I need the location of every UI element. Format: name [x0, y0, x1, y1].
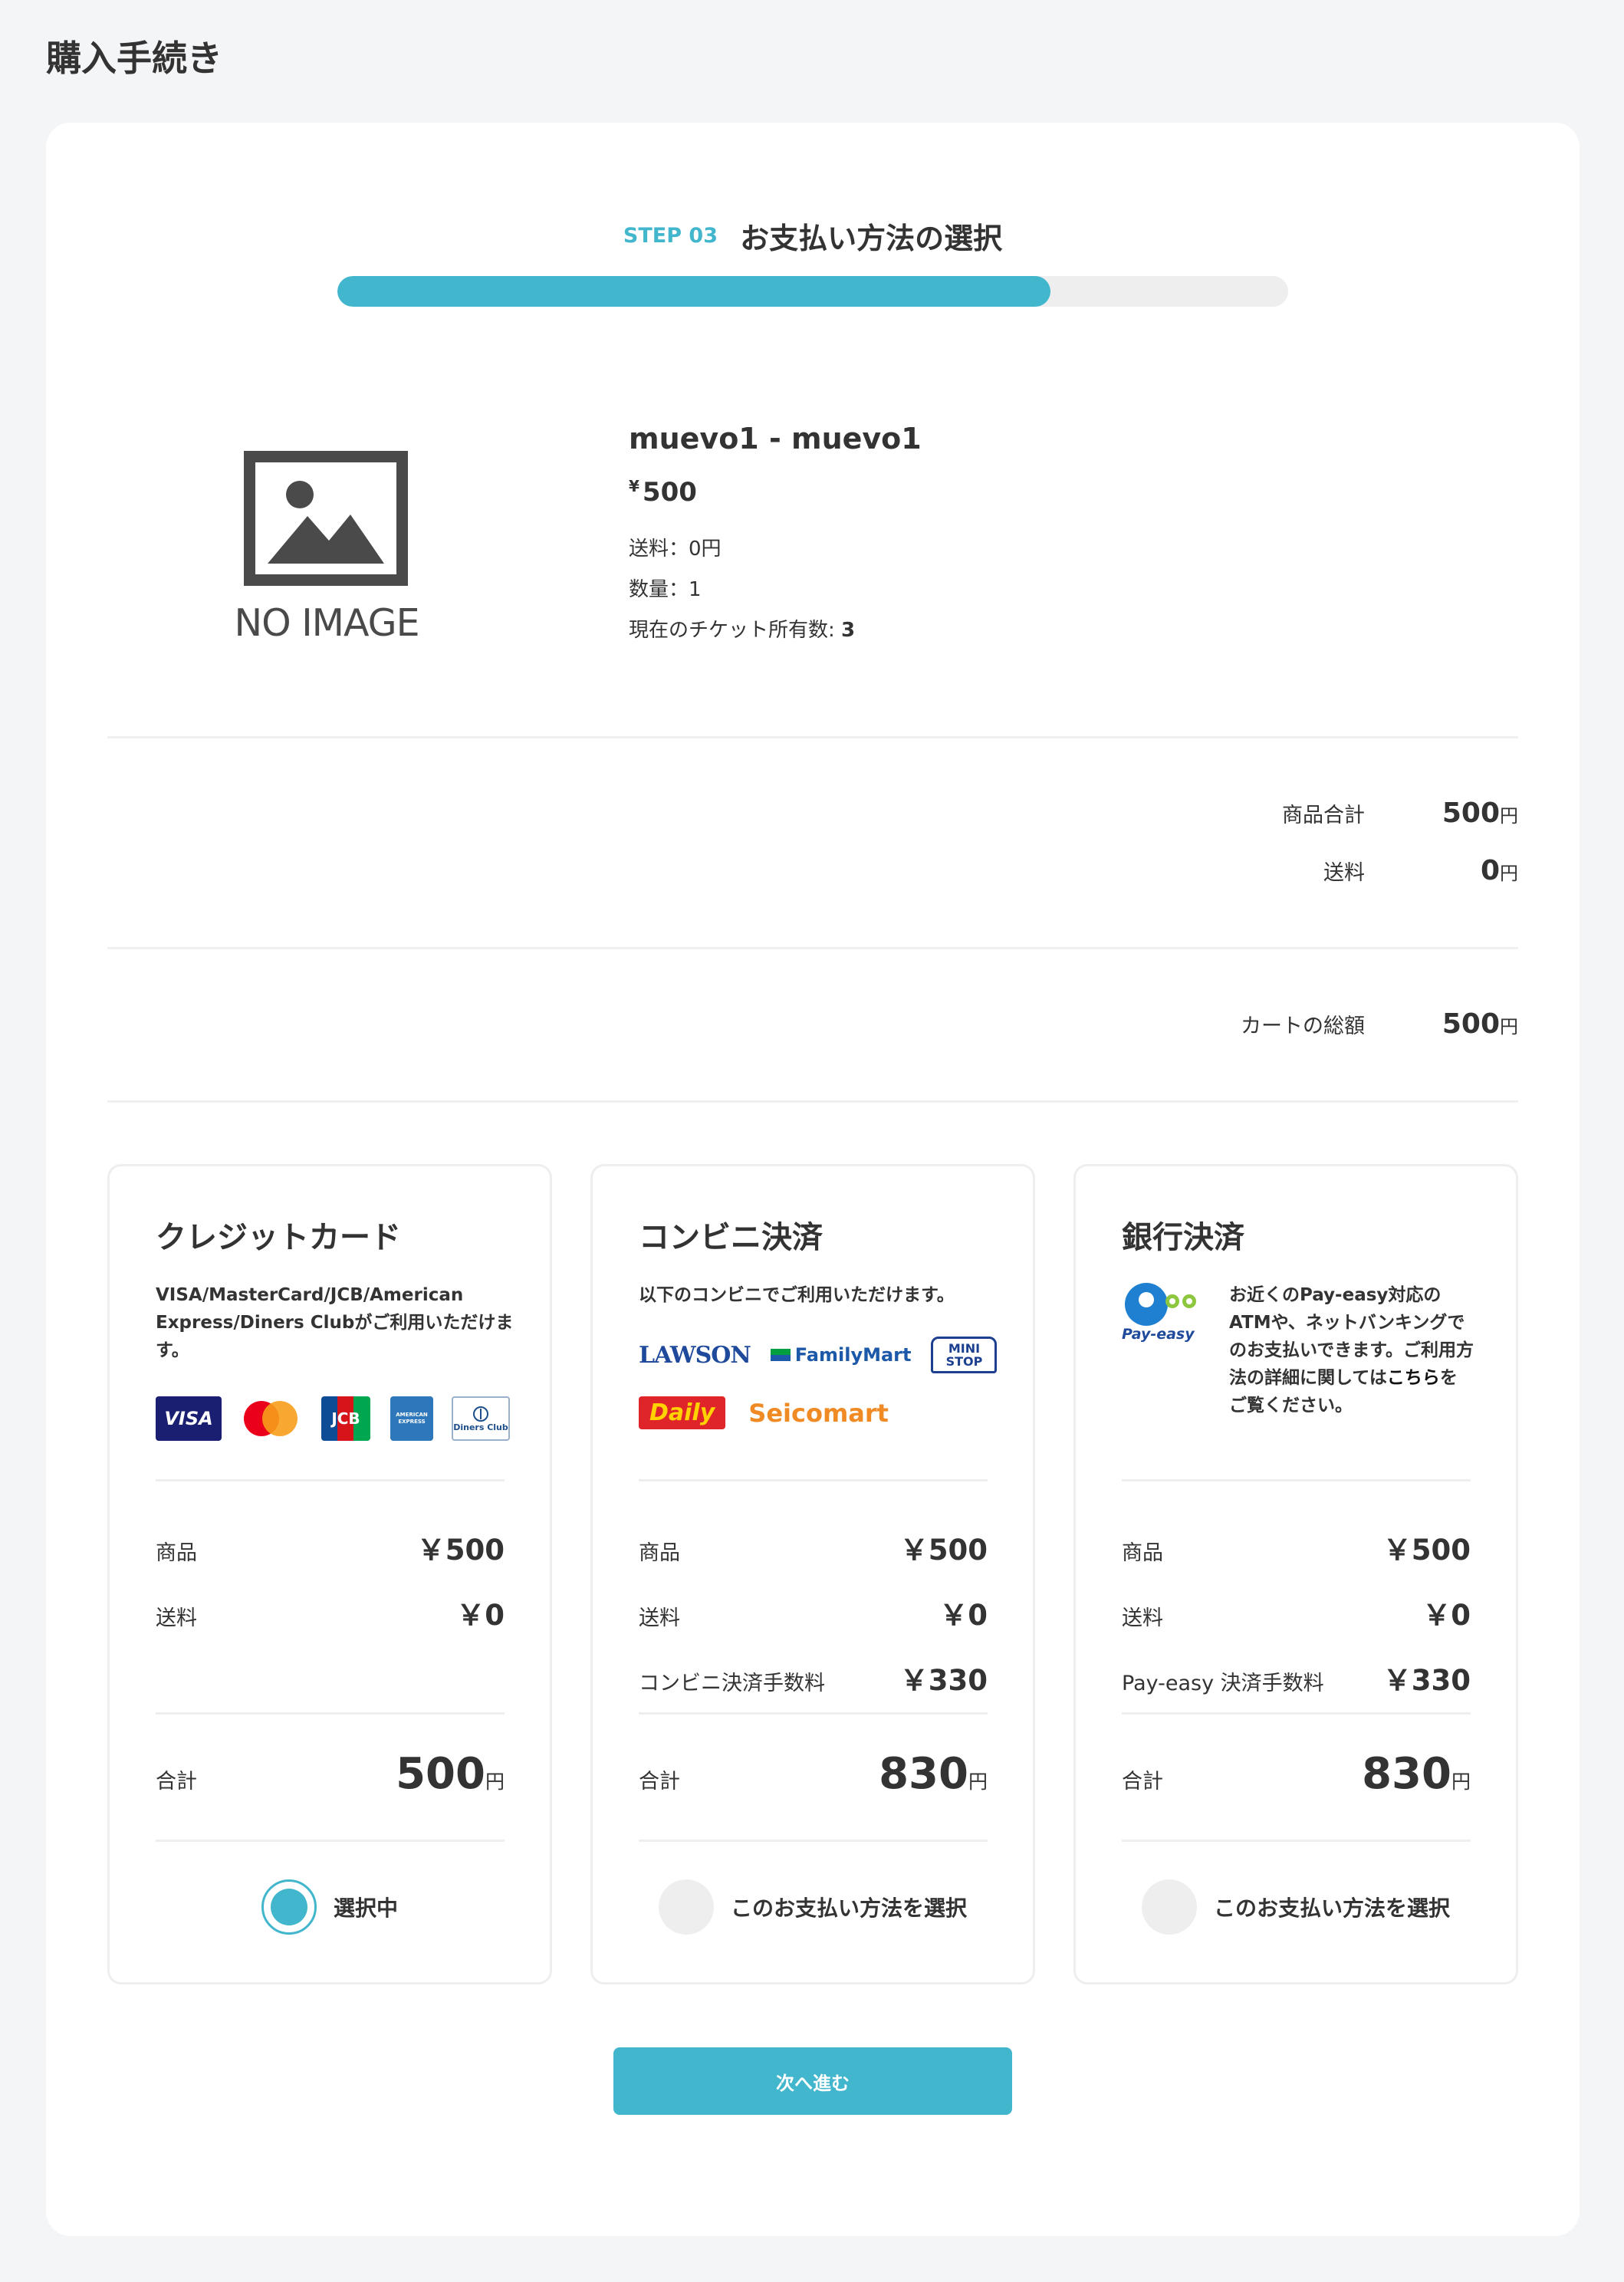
product-quantity: 数量：1	[629, 578, 702, 601]
payment-description: VISA/MasterCard/JCB/American Express/Din…	[156, 1285, 514, 1360]
payment-title: 銀行決済	[1122, 1220, 1244, 1255]
product-name: muevo1 - muevo1	[629, 422, 922, 455]
price-currency: ¥	[629, 477, 639, 495]
card-divider	[639, 1712, 988, 1715]
radio-unselected[interactable]	[658, 1879, 714, 1935]
seicomart-logo: Seicomart	[748, 1398, 889, 1428]
step-title: お支払い方法の選択	[740, 222, 1003, 255]
payment-card-konbini[interactable]: コンビニ決済 以下のコンビニでご利用いただけます。 LAWSON FamilyM…	[590, 1164, 1035, 1984]
card-divider	[156, 1840, 505, 1842]
fee-row-shipping: 送料 ￥0	[1122, 1599, 1471, 1632]
product-shipping: 送料：0円	[629, 538, 722, 561]
fee-row-item: 商品 ￥500	[639, 1534, 988, 1567]
total-row: 合計 830円	[1122, 1749, 1471, 1799]
diners-club-icon	[473, 1406, 488, 1422]
divider	[107, 947, 1518, 949]
fee-row-shipping: 送料 ￥0	[156, 1599, 505, 1632]
card-divider	[1122, 1479, 1471, 1481]
payment-title: コンビニ決済	[639, 1220, 823, 1255]
no-image-text: NO IMAGE	[234, 601, 419, 645]
fee-row-shipping: 送料 ￥0	[639, 1599, 988, 1632]
step-header: STEP 03 お支払い方法の選択	[46, 215, 1580, 257]
select-konbini[interactable]: このお支払い方法を選択	[593, 1879, 1033, 1935]
image-icon	[244, 451, 408, 586]
select-credit[interactable]: 選択中	[110, 1879, 550, 1935]
visa-logo: VISA	[156, 1396, 222, 1441]
card-logos: VISA JCB AMERICAN EXPRESS Diners Club	[156, 1396, 510, 1441]
radio-unselected[interactable]	[1141, 1879, 1197, 1935]
summary-shipping: 送料 0円	[1323, 855, 1518, 886]
progress-bar-fill	[337, 276, 1050, 307]
image-mountains-shape	[268, 515, 384, 564]
fee-row-item: 商品 ￥500	[1122, 1534, 1471, 1567]
product-price: ¥500	[629, 477, 922, 508]
checkout-card: STEP 03 お支払い方法の選択 NO IMAGE muevo1 - muev…	[46, 123, 1580, 2236]
fee-row-payeasy-fee: Pay-easy 決済手数料 ￥330	[1122, 1664, 1471, 1697]
card-divider	[1122, 1840, 1471, 1842]
divider	[107, 1100, 1518, 1103]
card-divider	[639, 1479, 988, 1481]
familymart-logo: FamilyMart	[770, 1344, 911, 1366]
progress-bar	[337, 276, 1288, 307]
payment-card-bank[interactable]: 銀行決済 Pay-easy お近くのPay-easy対応のATMや、ネットバンキ…	[1073, 1164, 1518, 1984]
card-divider	[639, 1840, 988, 1842]
fee-row-item: 商品 ￥500	[156, 1534, 505, 1567]
summary-subtotal: 商品合計 500円	[1282, 797, 1518, 829]
summary-total: カートの総額 500円	[1241, 1008, 1518, 1040]
select-bank[interactable]: このお支払い方法を選択	[1076, 1879, 1516, 1935]
daily-yamazaki-logo: Daily	[639, 1396, 726, 1429]
product-image-placeholder: NO IMAGE	[218, 451, 436, 658]
payment-title: クレジットカード	[156, 1220, 401, 1255]
fee-row-konbini-fee: コンビニ決済手数料 ￥330	[639, 1664, 988, 1697]
divider	[107, 736, 1518, 738]
card-divider	[1122, 1712, 1471, 1715]
total-row: 合計 500円	[156, 1749, 505, 1799]
product-meta: 送料：0円 数量：1 現在のチケット所有数: 3	[629, 529, 922, 651]
lawson-logo: LAWSON	[639, 1341, 751, 1369]
price-value: 500	[642, 477, 697, 508]
payment-description: お近くのPay-easy対応のATMや、ネットバンキングでのお支払いできます。ご…	[1229, 1285, 1474, 1416]
page-title: 購入手続き	[46, 38, 222, 79]
payment-card-credit[interactable]: クレジットカード VISA/MasterCard/JCB/American Ex…	[107, 1164, 552, 1984]
payeasy-icon	[1125, 1283, 1196, 1326]
details-link[interactable]: こちら	[1387, 1368, 1440, 1388]
jcb-logo: JCB	[321, 1396, 370, 1441]
radio-selected[interactable]	[261, 1879, 317, 1935]
amex-logo: AMERICAN EXPRESS	[390, 1396, 433, 1441]
next-button[interactable]: 次へ進む	[613, 2047, 1012, 2115]
ticket-count: 現在のチケット所有数: 3	[629, 619, 856, 642]
payeasy-logo: Pay-easy	[1122, 1281, 1206, 1350]
ministop-logo: MINI STOP	[931, 1337, 998, 1373]
total-row: 合計 830円	[639, 1749, 988, 1799]
card-divider	[156, 1479, 505, 1481]
card-divider	[156, 1712, 505, 1715]
payment-description: 以下のコンビニでご利用いただけます。	[639, 1285, 955, 1305]
mastercard-icon	[244, 1401, 298, 1436]
diners-club-logo: Diners Club	[452, 1396, 510, 1441]
familymart-icon	[770, 1349, 791, 1361]
product-info: muevo1 - muevo1 ¥500 送料：0円 数量：1 現在のチケット所…	[629, 422, 922, 651]
step-label: STEP 03	[623, 224, 718, 248]
